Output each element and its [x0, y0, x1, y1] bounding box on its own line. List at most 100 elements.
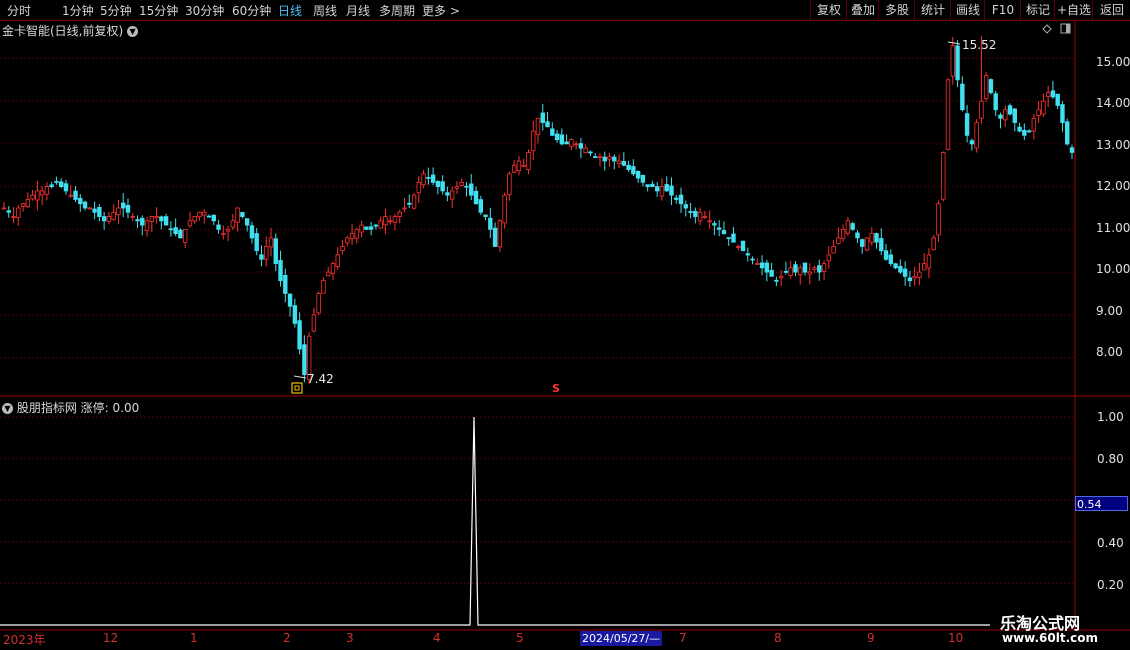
- watermark-url: www.60lt.com: [1002, 631, 1099, 645]
- candle-body: [416, 181, 422, 194]
- candle-body: [521, 164, 526, 167]
- candle-body: [368, 226, 374, 230]
- candle-body: [1069, 147, 1075, 153]
- candle-body: [44, 186, 50, 195]
- chart-canvas: [0, 20, 1130, 631]
- candle-body: [1065, 121, 1070, 145]
- candle-body: [321, 280, 326, 294]
- candle-body: [359, 224, 364, 233]
- candle-body: [316, 293, 321, 314]
- candle-body: [49, 184, 54, 188]
- candle-body: [163, 216, 169, 226]
- candle-body: [893, 263, 898, 269]
- x-label-3: 3: [346, 631, 354, 645]
- candle-body: [616, 160, 622, 165]
- candle-body: [154, 216, 159, 218]
- candle-body: [254, 233, 259, 252]
- candle-body: [926, 254, 932, 269]
- candle-body: [1060, 104, 1065, 123]
- candle-body: [106, 216, 112, 222]
- chevron-down-icon[interactable]: ▼: [2, 403, 13, 414]
- high-marker-line: [947, 41, 961, 45]
- candle-body: [540, 112, 545, 123]
- candle-body: [354, 228, 360, 239]
- candle-body: [120, 202, 126, 209]
- candle-body: [392, 216, 398, 223]
- candle-body: [950, 45, 956, 77]
- candle-body: [387, 220, 393, 223]
- candle-body: [602, 156, 607, 162]
- candle-body: [435, 181, 441, 188]
- y-tick-1000: 10.00: [1096, 262, 1130, 276]
- x-label-8: 8: [774, 631, 782, 645]
- candle-body: [59, 181, 64, 188]
- candle-body: [411, 194, 417, 209]
- candle-body: [612, 156, 617, 162]
- candle-body: [917, 271, 922, 278]
- candle-body: [745, 253, 750, 256]
- candle-body: [478, 199, 483, 213]
- candle-body: [73, 190, 78, 200]
- candle-body: [712, 223, 717, 226]
- candle-body: [326, 271, 331, 277]
- candle-body: [993, 93, 998, 111]
- candle-body: [516, 160, 522, 172]
- candle-body: [535, 117, 541, 136]
- candle-body: [449, 190, 455, 200]
- candle-body: [278, 260, 283, 282]
- candle-body: [883, 250, 889, 260]
- candle-body: [469, 183, 474, 196]
- x-label-4: 4: [433, 631, 441, 645]
- candle-body: [583, 147, 588, 153]
- candle-body: [97, 207, 102, 217]
- candle-body: [635, 170, 641, 179]
- candle-body: [826, 254, 832, 262]
- sell-signal-marker: S: [552, 382, 560, 395]
- candle-body: [774, 279, 779, 282]
- candle-body: [802, 262, 808, 273]
- candle-body: [311, 314, 317, 332]
- candle-body: [707, 220, 712, 223]
- candle-body: [573, 143, 579, 146]
- candle-body: [421, 173, 426, 186]
- candle-body: [87, 207, 93, 210]
- candle-body: [459, 181, 464, 186]
- candle-body: [454, 186, 460, 189]
- candle-body: [273, 238, 278, 264]
- candle-body: [240, 212, 245, 217]
- y-tick-1300: 13.00: [1096, 138, 1130, 152]
- candle-body: [545, 121, 550, 128]
- candle-body: [1036, 109, 1041, 116]
- candle-body: [101, 216, 107, 222]
- candle-body: [1050, 90, 1056, 98]
- candle-body: [402, 207, 407, 210]
- panel-icons: [1042, 23, 1071, 34]
- candle-body: [197, 211, 202, 218]
- candle-body: [569, 139, 574, 148]
- candle-body: [244, 218, 250, 226]
- candle-body: [130, 216, 135, 218]
- candle-body: [645, 184, 650, 188]
- candle-body: [821, 263, 827, 272]
- candle-body: [345, 237, 350, 244]
- candle-body: [202, 211, 207, 216]
- indicator-value: 涨停: 0.00: [80, 401, 140, 415]
- candle-body: [554, 133, 560, 141]
- candle-body: [407, 202, 412, 205]
- candle-body: [964, 113, 970, 136]
- sub-y-tick-080: 0.80: [1097, 452, 1124, 466]
- candle-body: [812, 267, 817, 270]
- candle-body: [683, 204, 689, 209]
- candle-body: [559, 134, 565, 145]
- candle-body: [731, 233, 736, 243]
- candle-body: [659, 186, 665, 197]
- candle-body: [693, 210, 698, 217]
- x-label-10: 10: [948, 631, 964, 645]
- candle-body: [983, 75, 989, 99]
- candle-body: [16, 207, 21, 218]
- candle-body: [674, 197, 679, 200]
- candle-body: [702, 216, 708, 218]
- candle-body: [798, 267, 803, 276]
- cursor-date-label: 2024/05/27/—: [580, 631, 663, 646]
- candle-body: [793, 264, 798, 273]
